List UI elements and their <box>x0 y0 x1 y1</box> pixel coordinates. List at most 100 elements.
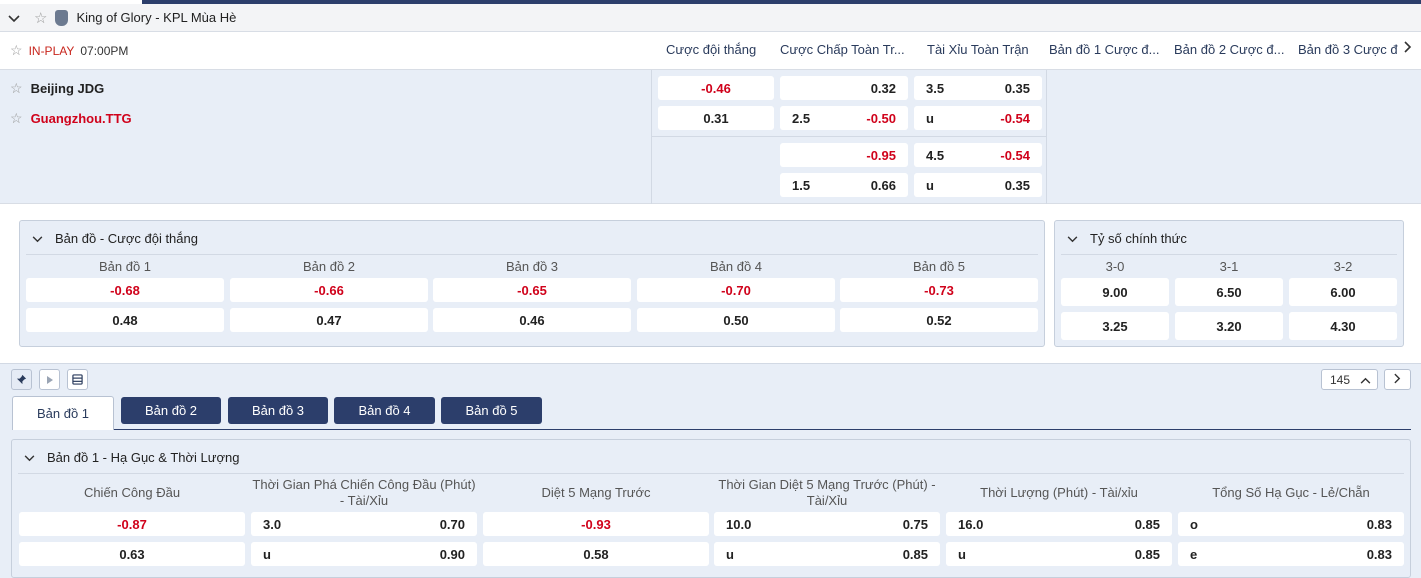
odds-cell[interactable]: 0.47 <box>230 308 428 332</box>
map-label: Bản đồ 2 <box>302 259 356 274</box>
away-team[interactable]: ☆ Guangzhou.TTG <box>10 110 132 127</box>
map-label: Bản đồ 3 <box>505 259 559 274</box>
panel-title: Tỷ số chính thức <box>1090 231 1187 246</box>
correct-score-header[interactable]: Tỷ số chính thức <box>1067 231 1187 246</box>
divider <box>18 473 1404 474</box>
odds-cell[interactable]: 3.25 <box>1061 312 1169 340</box>
divider <box>26 254 1038 255</box>
odds-cell[interactable]: -0.87 <box>19 512 245 536</box>
map-winner-header[interactable]: Bản đồ - Cược đội thắng <box>32 231 198 246</box>
league-logo-icon <box>55 9 69 26</box>
market-head: Diệt 5 Mạng Trước <box>541 485 651 500</box>
col-handicap: Cược Chấp Toàn Tr... <box>780 42 905 57</box>
odds-cell[interactable]: u 0.85 <box>946 542 1172 566</box>
odds-cell[interactable]: 0.52 <box>840 308 1038 332</box>
odds-cell[interactable]: 0.50 <box>637 308 835 332</box>
odds-cell[interactable]: 1.5 0.66 <box>780 173 908 197</box>
odds-cell[interactable]: 3.0 0.70 <box>251 512 477 536</box>
chevron-right-icon[interactable] <box>1404 40 1412 56</box>
favorite-star-icon[interactable]: ☆ <box>10 110 23 127</box>
layout-icon[interactable] <box>67 369 88 390</box>
odds-cell[interactable]: -0.73 <box>840 278 1038 302</box>
chevron-up-icon <box>1360 373 1377 387</box>
col-map2: Bản đồ 2 Cược đ... <box>1174 42 1285 57</box>
chevron-down-icon[interactable] <box>32 231 43 246</box>
play-icon[interactable] <box>39 369 60 390</box>
market-count: 145 <box>1330 372 1351 387</box>
market-head: Thời Gian Diệt 5 Mạng Trước (Phút) - Tài… <box>718 477 936 508</box>
tab-map-3[interactable]: Bản đồ 3 <box>228 397 328 424</box>
odds-cell[interactable]: 4.5 -0.54 <box>914 143 1042 167</box>
odds-cell[interactable]: 4.30 <box>1289 312 1397 340</box>
favorite-star-icon[interactable]: ☆ <box>10 42 23 59</box>
odds-cell[interactable]: e 0.83 <box>1178 542 1404 566</box>
home-team[interactable]: ☆ Beijing JDG <box>10 80 104 97</box>
tab-map-4[interactable]: Bản đồ 4 <box>334 397 435 424</box>
tab-underline <box>114 429 1411 430</box>
market-head: Thời Lượng (Phút) - Tài/xỉu <box>980 485 1138 500</box>
col-overunder: Tài Xỉu Toàn Trận <box>927 42 1029 57</box>
match-time: 07:00PM <box>80 43 129 58</box>
odds-cell[interactable]: u 0.90 <box>251 542 477 566</box>
map-label: Bản đồ 4 <box>709 259 763 274</box>
tab-map-1[interactable]: Bản đồ 1 <box>12 396 114 430</box>
odds-cell[interactable]: 9.00 <box>1061 278 1169 306</box>
odds-cell[interactable]: 2.5 -0.50 <box>780 106 908 130</box>
odds-cell[interactable]: -0.46 <box>658 76 774 100</box>
odds-cell[interactable]: 0.48 <box>26 308 224 332</box>
favorite-star-icon[interactable]: ☆ <box>34 9 47 27</box>
odds-cell[interactable]: 3.5 0.35 <box>914 76 1042 100</box>
away-team-name: Guangzhou.TTG <box>30 111 132 126</box>
odds-cell[interactable]: -0.70 <box>637 278 835 302</box>
divider <box>1061 254 1397 255</box>
odds-cell[interactable]: 0.46 <box>433 308 631 332</box>
odds-cell[interactable]: 0.32 <box>780 76 908 100</box>
odds-cell[interactable]: -0.68 <box>26 278 224 302</box>
score-label: 3-1 <box>1219 259 1239 274</box>
chevron-right-icon <box>1394 373 1401 387</box>
odds-cell[interactable]: -0.95 <box>780 143 908 167</box>
odds-cell[interactable]: o 0.83 <box>1178 512 1404 536</box>
odds-cell[interactable]: 0.58 <box>483 542 709 566</box>
odds-cell[interactable]: 16.0 0.85 <box>946 512 1172 536</box>
odds-cell[interactable]: 10.0 0.75 <box>714 512 940 536</box>
panel-title: Bản đồ 1 - Hạ Gục & Thời Lượng <box>47 450 240 465</box>
odds-cell[interactable]: -0.65 <box>433 278 631 302</box>
favorite-star-icon[interactable]: ☆ <box>10 80 23 97</box>
tab-map-5[interactable]: Bản đồ 5 <box>441 397 542 424</box>
map-label: Bản đồ 1 <box>98 259 152 274</box>
chevron-down-icon[interactable] <box>24 450 35 465</box>
market-count-toggle[interactable]: 145 <box>1321 369 1378 390</box>
odds-cell[interactable]: 0.31 <box>658 106 774 130</box>
divider <box>0 363 1421 364</box>
odds-cell[interactable]: -0.66 <box>230 278 428 302</box>
odds-cell[interactable]: 3.20 <box>1175 312 1283 340</box>
home-team-name: Beijing JDG <box>30 81 105 96</box>
divider <box>651 70 652 204</box>
score-label: 3-2 <box>1333 259 1353 274</box>
chevron-down-icon[interactable] <box>1067 231 1078 246</box>
col-moneyline: Cược đội thắng <box>666 42 757 57</box>
odds-cell[interactable]: -0.93 <box>483 512 709 536</box>
market-head: Thời Gian Phá Chiến Công Đầu (Phút) - Tà… <box>252 477 476 508</box>
pin-icon[interactable] <box>11 369 32 390</box>
odds-cell[interactable]: u 0.35 <box>914 173 1042 197</box>
market-head: Chiến Công Đầu <box>83 485 181 500</box>
col-map3: Bản đồ 3 Cược đ... <box>1298 42 1398 57</box>
odds-cell[interactable]: u 0.85 <box>714 542 940 566</box>
league-name: King of Glory - KPL Mùa Hè <box>76 10 237 25</box>
odds-cell[interactable]: 6.50 <box>1175 278 1283 306</box>
tab-map-2[interactable]: Bản đồ 2 <box>121 397 221 424</box>
chevron-down-icon[interactable] <box>8 11 22 25</box>
league-header[interactable]: ☆ King of Glory - KPL Mùa Hè <box>0 4 1421 32</box>
panel-title: Bản đồ - Cược đội thắng <box>55 231 198 246</box>
odds-cell[interactable]: 0.63 <box>19 542 245 566</box>
next-page-button[interactable] <box>1384 369 1411 390</box>
map1-panel-header[interactable]: Bản đồ 1 - Hạ Gục & Thời Lượng <box>24 450 239 465</box>
inplay-badge: IN-PLAY <box>28 43 75 58</box>
score-label: 3-0 <box>1105 259 1125 274</box>
map-label: Bản đồ 5 <box>912 259 966 274</box>
odds-cell[interactable]: 6.00 <box>1289 278 1397 306</box>
odds-cell[interactable]: u -0.54 <box>914 106 1042 130</box>
match-status: ☆ IN-PLAY 07:00PM <box>10 42 128 59</box>
